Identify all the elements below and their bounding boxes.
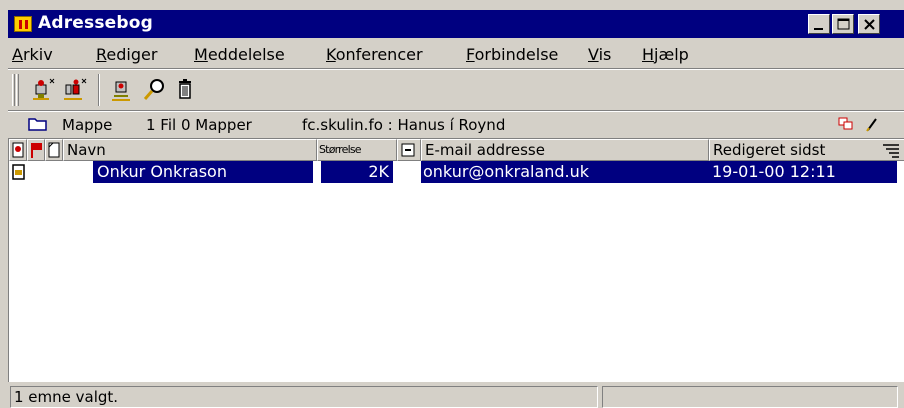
list-header: Navn Størrelse E-mail addresse Redigeret… xyxy=(9,139,904,161)
toolbar-separator xyxy=(98,74,100,106)
status-bar: 1 emne valgt. xyxy=(8,384,904,408)
menu-arkiv-label: rkiv xyxy=(22,45,53,64)
delete-icon[interactable] xyxy=(172,76,200,104)
status-text: 1 emne valgt. xyxy=(10,386,598,408)
menu-hjaelp-label: jælp xyxy=(654,45,689,64)
column-modified[interactable]: Redigeret sidst xyxy=(709,139,904,161)
contact-list: Navn Størrelse E-mail addresse Redigeret… xyxy=(8,138,904,382)
contact-name: Onkur Onkrason xyxy=(93,161,313,183)
column-status[interactable] xyxy=(45,139,63,161)
toolbar xyxy=(8,70,904,110)
folder-label: Mappe xyxy=(62,116,113,134)
edit-pen-icon[interactable] xyxy=(864,116,882,136)
search-icon[interactable] xyxy=(140,76,168,104)
menu-meddelelse-accel: M xyxy=(194,45,208,64)
window-title: Adressebog xyxy=(38,13,154,33)
folder-icon xyxy=(28,116,48,136)
toolbar-bottom-divider xyxy=(8,110,904,112)
address-book-app-icon xyxy=(14,16,32,32)
menu-arkiv-accel: A xyxy=(12,45,23,64)
column-flag[interactable] xyxy=(27,139,45,161)
contact-email: onkur@onkraland.uk xyxy=(421,161,709,183)
contact-modified: 19-01-00 12:11 xyxy=(709,161,897,183)
menu-forbindelse-accel: F xyxy=(466,45,475,64)
address-book-window: Adressebog Arkiv Rediger Meddelelse Konf… xyxy=(8,10,904,408)
maximize-button[interactable] xyxy=(832,14,854,34)
column-name[interactable]: Navn xyxy=(63,139,317,161)
close-button[interactable] xyxy=(858,14,880,34)
menu-arkiv[interactable]: Arkiv xyxy=(12,45,53,64)
menu-konferencer[interactable]: Konferencer xyxy=(326,45,423,64)
menu-bar: Arkiv Rediger Meddelelse Konferencer For… xyxy=(8,42,904,68)
menu-hjaelp-accel: H xyxy=(642,45,655,64)
location-path: fc.skulin.fo : Hanus í Roynd xyxy=(302,116,506,134)
properties-icon[interactable] xyxy=(108,76,136,104)
column-attachment[interactable] xyxy=(9,139,27,161)
menu-rediger-label: ediger xyxy=(106,45,158,64)
table-row[interactable]: Onkur Onkrason 2K onkur@onkraland.uk 19-… xyxy=(9,161,904,183)
menu-vis[interactable]: Vis xyxy=(588,45,611,64)
menu-forbindelse-label: orbindelse xyxy=(474,45,559,64)
item-counts: 1 Fil 0 Mapper xyxy=(146,116,252,134)
minimize-button[interactable] xyxy=(808,14,830,34)
menu-vis-label: is xyxy=(598,45,612,64)
menu-meddelelse-label: eddelelse xyxy=(207,45,285,64)
menu-forbindelse[interactable]: Forbindelse xyxy=(466,45,558,64)
toolbar-grip-2[interactable] xyxy=(16,74,19,106)
new-group-icon[interactable] xyxy=(62,76,90,104)
status-panel-right xyxy=(602,386,898,408)
sort-icon[interactable] xyxy=(881,142,901,162)
column-size[interactable]: Størrelse xyxy=(317,139,397,161)
switch-view-icon[interactable] xyxy=(838,116,856,136)
contact-size: 2K xyxy=(321,161,393,183)
menu-konferencer-label: onferencer xyxy=(335,45,423,64)
new-contact-icon[interactable] xyxy=(30,76,58,104)
menu-konferencer-accel: K xyxy=(326,45,336,64)
toolbar-grip[interactable] xyxy=(12,74,15,106)
title-bar[interactable]: Adressebog xyxy=(8,10,904,38)
menu-hjaelp[interactable]: Hjælp xyxy=(642,45,689,64)
menu-meddelelse[interactable]: Meddelelse xyxy=(194,45,285,64)
menu-rediger[interactable]: Rediger xyxy=(96,45,157,64)
contact-card-icon xyxy=(11,161,27,183)
menu-vis-accel: V xyxy=(588,45,599,64)
location-bar: Mappe 1 Fil 0 Mapper fc.skulin.fo : Hanu… xyxy=(8,114,904,138)
column-email[interactable]: E-mail addresse xyxy=(421,139,709,161)
menu-rediger-accel: R xyxy=(96,45,107,64)
column-toggle[interactable] xyxy=(397,139,421,161)
